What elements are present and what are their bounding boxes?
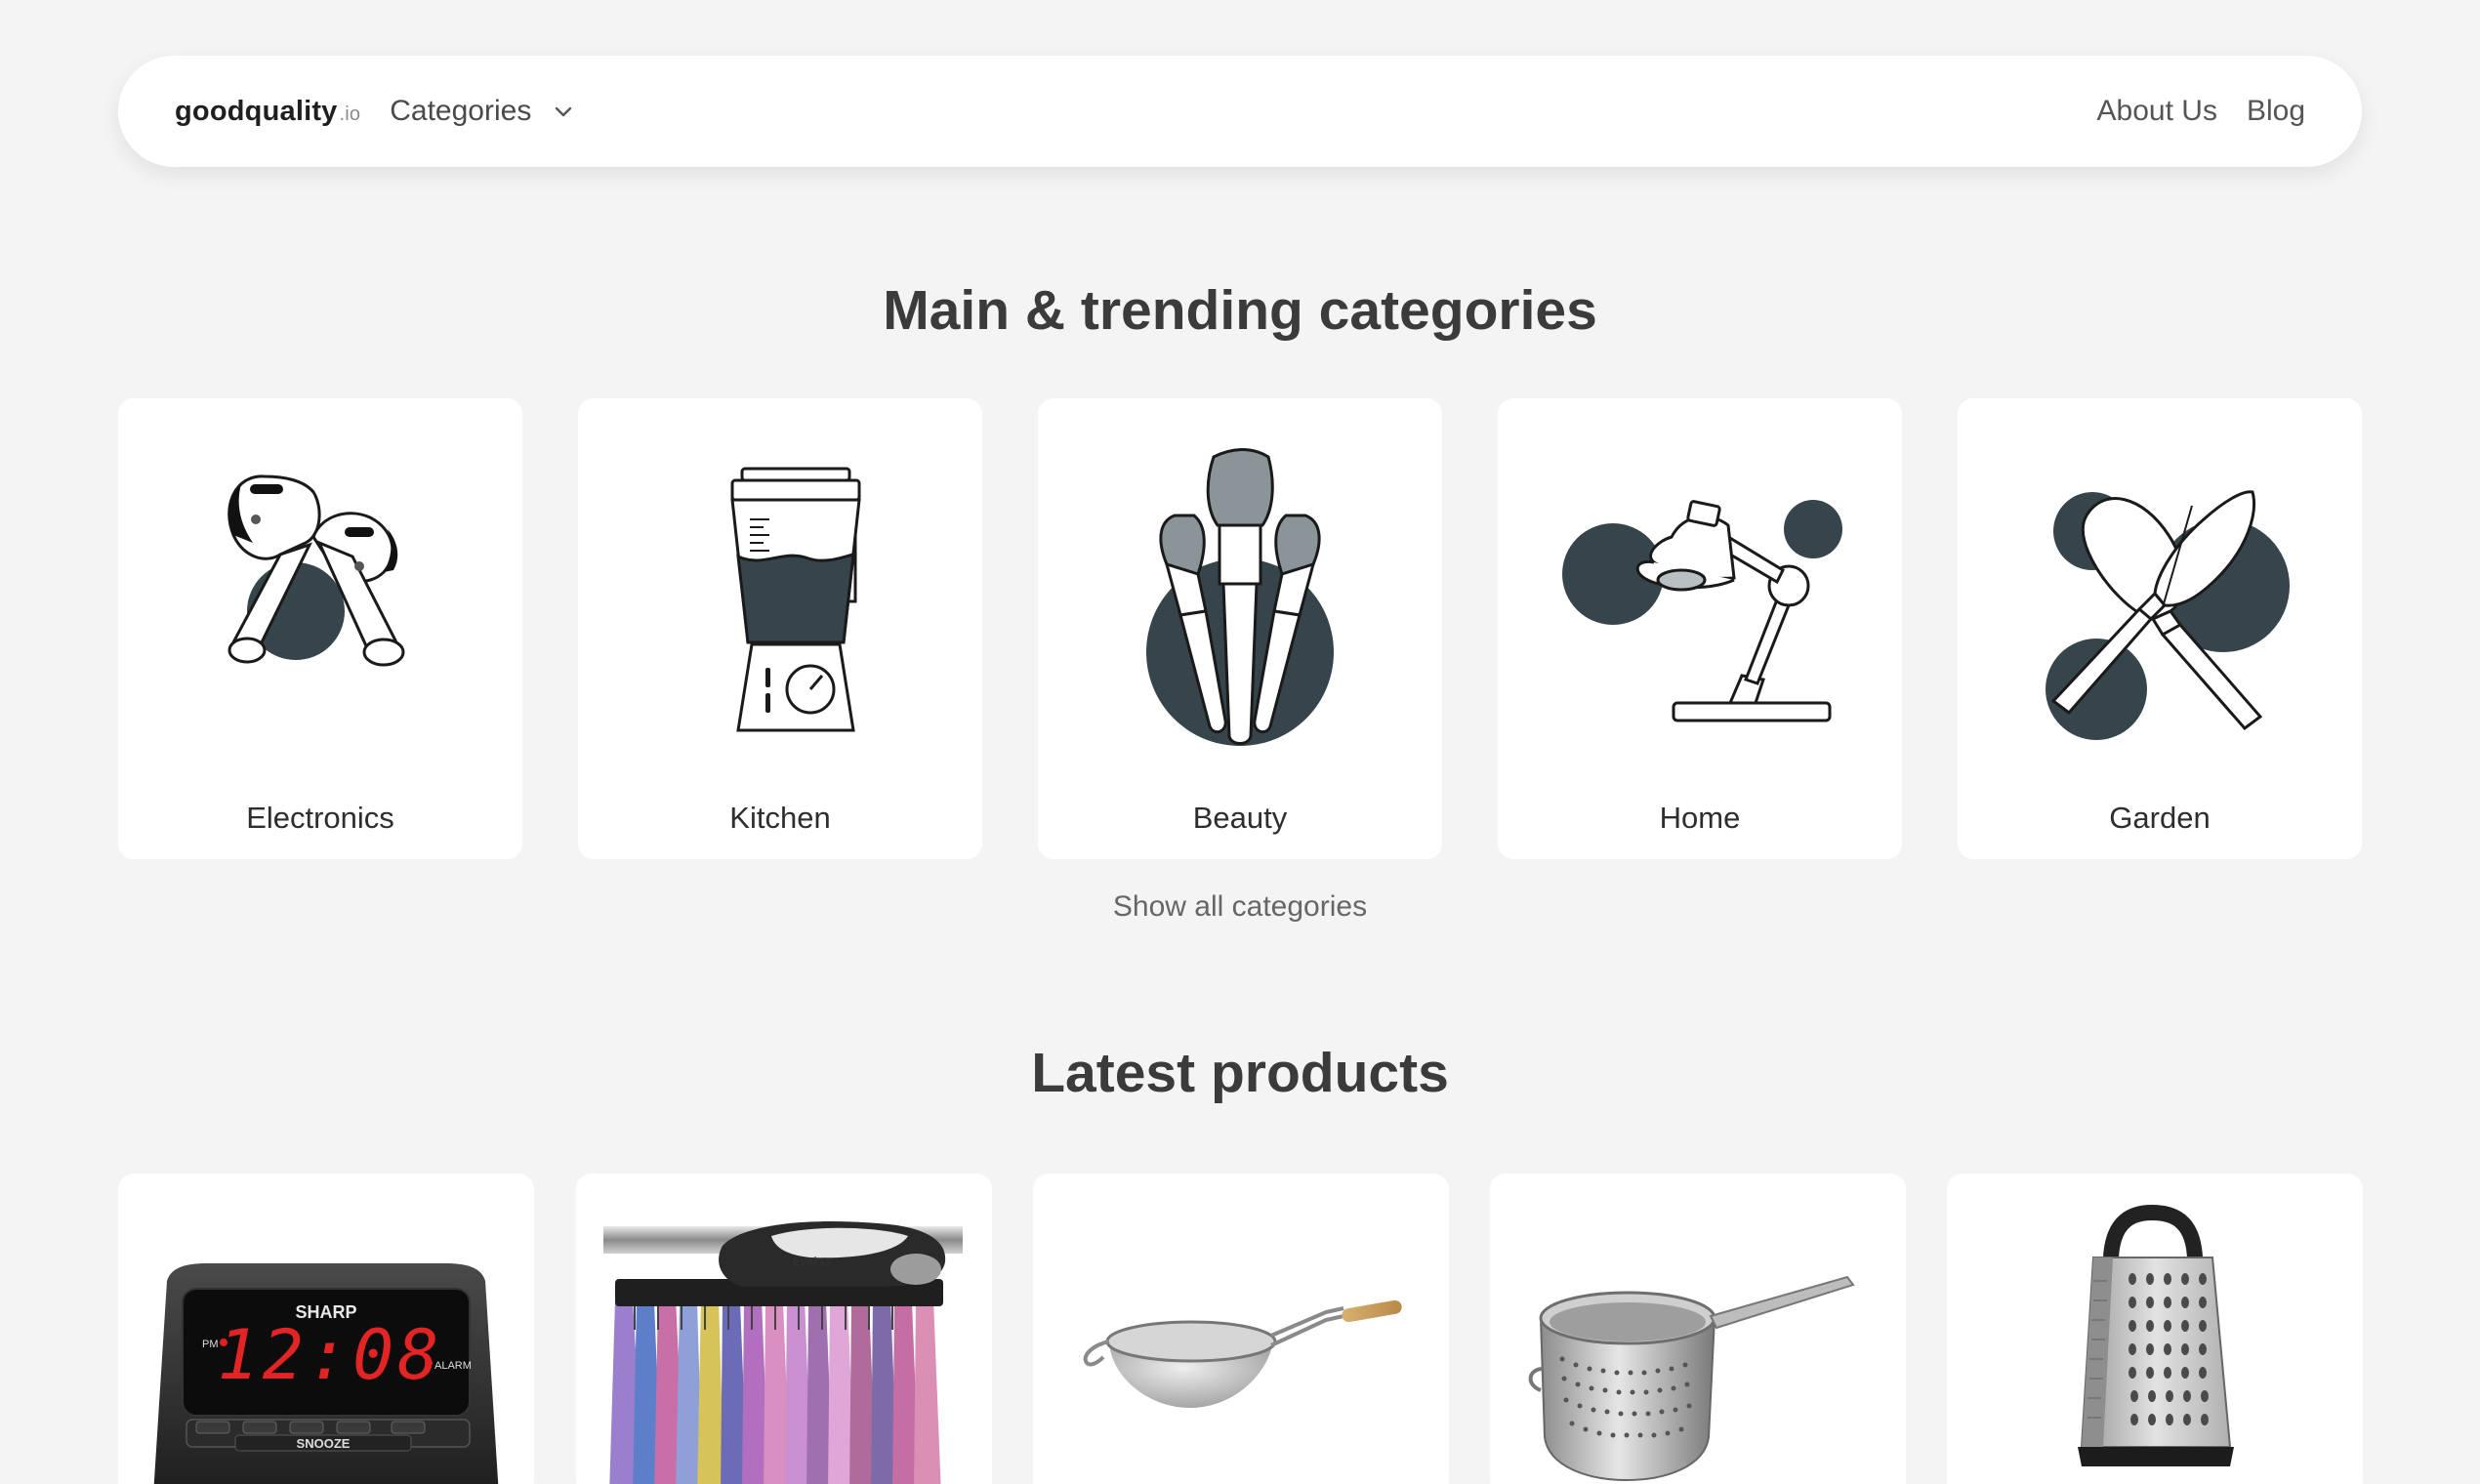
category-label: Garden [2109, 801, 2211, 835]
garden-shovels-icon [2046, 490, 2290, 740]
category-card-kitchen[interactable]: Kitchen [578, 398, 982, 859]
category-card-beauty[interactable]: Beauty [1038, 398, 1442, 859]
latest-products-title: Latest products [1031, 1042, 1449, 1104]
product-card-tie-rack[interactable]: Evelots [576, 1174, 992, 1484]
category-card-garden[interactable]: Garden [1958, 398, 2362, 859]
category-label: Beauty [1192, 801, 1288, 835]
earbuds-icon [227, 474, 405, 667]
product-card-mesh-strainer[interactable] [1033, 1174, 1449, 1484]
categories-section-title: Main & trending categories [883, 279, 1597, 342]
clock-alarm-indicator: ALARM [434, 1360, 472, 1372]
clock-time-display: 12:08 [218, 1315, 443, 1395]
page: goodquality .io Categories About Us Blog … [0, 0, 2480, 1484]
product-card-pasta-colander[interactable] [1490, 1174, 1906, 1484]
category-label: Electronics [246, 801, 394, 835]
category-label: Home [1659, 801, 1741, 835]
tie-rack-image: Evelots [603, 1197, 963, 1484]
clock-snooze-label: SNOOZE [297, 1436, 351, 1451]
site-logo[interactable]: goodquality .io [175, 96, 360, 128]
category-card-home[interactable]: Home [1498, 398, 1902, 859]
category-label: Kitchen [729, 801, 831, 835]
category-card-electronics[interactable]: Electronics [118, 398, 522, 859]
desk-lamp-icon [1562, 500, 1842, 722]
box-grater-image [2078, 1204, 2234, 1466]
product-card-box-grater[interactable] [1947, 1174, 2363, 1484]
top-navbar: goodquality .io Categories About Us Blog [118, 56, 2362, 167]
alarm-clock-image: SHARP PM 12:08 ALARM SNOOZE [153, 1263, 499, 1484]
categories-dropdown[interactable]: Categories [390, 95, 574, 128]
show-all-categories-link[interactable]: Show all categories [0, 890, 2480, 924]
clock-pm-indicator: PM [202, 1339, 219, 1350]
chevron-down-icon [556, 106, 572, 117]
makeup-brushes-icon [1146, 448, 1334, 746]
mesh-strainer-image [1083, 1299, 1402, 1408]
pasta-colander-image [1528, 1275, 1855, 1482]
nav-links: About Us Blog [2097, 95, 2305, 128]
nav-blog[interactable]: Blog [2247, 95, 2305, 128]
logo-text: goodquality [175, 95, 338, 127]
blender-icon [730, 467, 861, 732]
logo-tld: .io [339, 103, 361, 125]
product-card-alarm-clock[interactable]: SHARP PM 12:08 ALARM SNOOZE [118, 1174, 534, 1484]
categories-label: Categories [390, 95, 532, 127]
tie-rack-brand: Evelots [793, 1255, 831, 1268]
nav-about-us[interactable]: About Us [2097, 95, 2217, 128]
